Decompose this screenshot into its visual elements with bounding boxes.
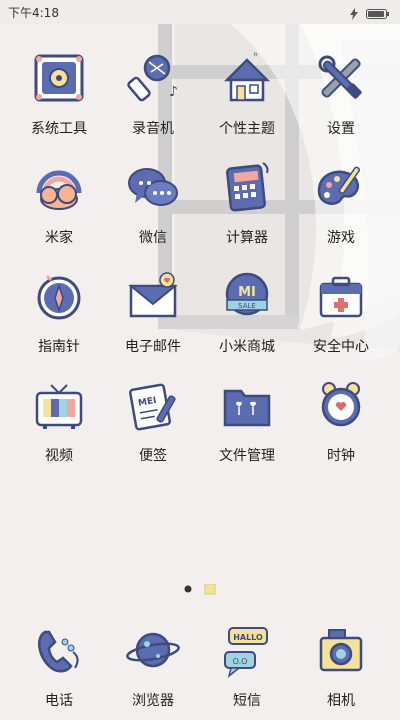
app-label: 计算器 — [226, 230, 268, 246]
app-label: 录音机 — [132, 121, 174, 137]
app-calculator[interactable]: 计算器 — [197, 157, 297, 257]
app-label: 时钟 — [327, 448, 355, 464]
page-dot[interactable] — [204, 583, 216, 595]
app-mi-store[interactable]: MI SALE 小米商城 — [197, 266, 297, 366]
charging-icon — [350, 5, 358, 24]
app-browser[interactable]: 浏览器 — [103, 620, 203, 720]
app-label: 小米商城 — [219, 339, 275, 355]
app-label: 相机 — [327, 693, 355, 709]
app-label: 安全中心 — [313, 339, 369, 355]
status-indicators — [350, 5, 390, 24]
app-label: 视频 — [45, 448, 73, 464]
app-label: 文件管理 — [219, 448, 275, 464]
app-settings[interactable]: 设置 — [291, 48, 391, 148]
sms-bubble-top-text: HALLO — [233, 633, 263, 642]
camera-icon — [311, 620, 371, 680]
store-badge-top-text: MI — [238, 285, 256, 300]
app-label: 微信 — [139, 230, 167, 246]
app-camera[interactable]: 相机 — [291, 620, 391, 720]
app-compass[interactable]: 指南针 — [9, 266, 109, 366]
folder-icon — [217, 375, 277, 435]
page-dot-active[interactable] — [184, 585, 192, 593]
app-messages[interactable]: HALLO O.O 短信 — [197, 620, 297, 720]
first-aid-box-icon — [311, 266, 371, 326]
app-games[interactable]: 游戏 — [291, 157, 391, 257]
app-recorder[interactable]: ♪ 录音机 — [103, 48, 203, 148]
app-clock[interactable]: 时钟 — [291, 375, 391, 475]
house-theme-icon — [217, 48, 277, 108]
app-themes[interactable]: 个性主题 — [197, 48, 297, 148]
palette-brush-icon — [311, 157, 371, 217]
app-label: 个性主题 — [219, 121, 275, 137]
compass-icon — [29, 266, 89, 326]
app-label: 指南针 — [38, 339, 80, 355]
svg-text:♪: ♪ — [169, 84, 178, 100]
app-notes[interactable]: MEI 便签 — [103, 375, 203, 475]
page-indicator[interactable] — [0, 583, 400, 602]
rainbow-cloud-icon — [29, 157, 89, 217]
app-wechat[interactable]: 微信 — [103, 157, 203, 257]
alarm-clock-icon — [311, 375, 371, 435]
app-security[interactable]: 安全中心 — [291, 266, 391, 366]
app-label: 便签 — [139, 448, 167, 464]
app-label: 系统工具 — [31, 121, 87, 137]
app-label: 电子邮件 — [125, 339, 181, 355]
envelope-heart-icon — [123, 266, 183, 326]
app-label: 电话 — [45, 693, 73, 709]
app-label: 设置 — [327, 121, 355, 137]
sms-bubble-bottom-text: O.O — [233, 657, 248, 666]
app-mi-home[interactable]: 米家 — [9, 157, 109, 257]
app-video[interactable]: 视频 — [9, 375, 109, 475]
wrench-screwdriver-icon — [311, 48, 371, 108]
app-phone[interactable]: 电话 — [9, 620, 109, 720]
status-bar: 下午4:18 — [0, 0, 400, 24]
status-time: 下午4:18 — [8, 6, 59, 20]
tools-frame-icon — [29, 48, 89, 108]
microphone-icon: ♪ — [123, 48, 183, 108]
tv-icon — [29, 375, 89, 435]
store-badge-bottom-text: SALE — [238, 302, 256, 310]
app-email[interactable]: 电子邮件 — [103, 266, 203, 366]
mi-sale-badge-icon: MI SALE — [217, 266, 277, 326]
planet-browser-icon — [123, 620, 183, 680]
app-file-manager[interactable]: 文件管理 — [197, 375, 297, 475]
notepad-pencil-icon: MEI — [123, 375, 183, 435]
app-label: 浏览器 — [132, 693, 174, 709]
chat-bubbles-icon — [123, 157, 183, 217]
calculator-icon — [217, 157, 277, 217]
app-label: 米家 — [45, 230, 73, 246]
hello-bubble-icon: HALLO O.O — [217, 620, 277, 680]
battery-icon — [366, 5, 390, 24]
telephone-icon — [29, 620, 89, 680]
app-label: 短信 — [233, 693, 261, 709]
app-system-tools[interactable]: 系统工具 — [9, 48, 109, 148]
app-label: 游戏 — [327, 230, 355, 246]
